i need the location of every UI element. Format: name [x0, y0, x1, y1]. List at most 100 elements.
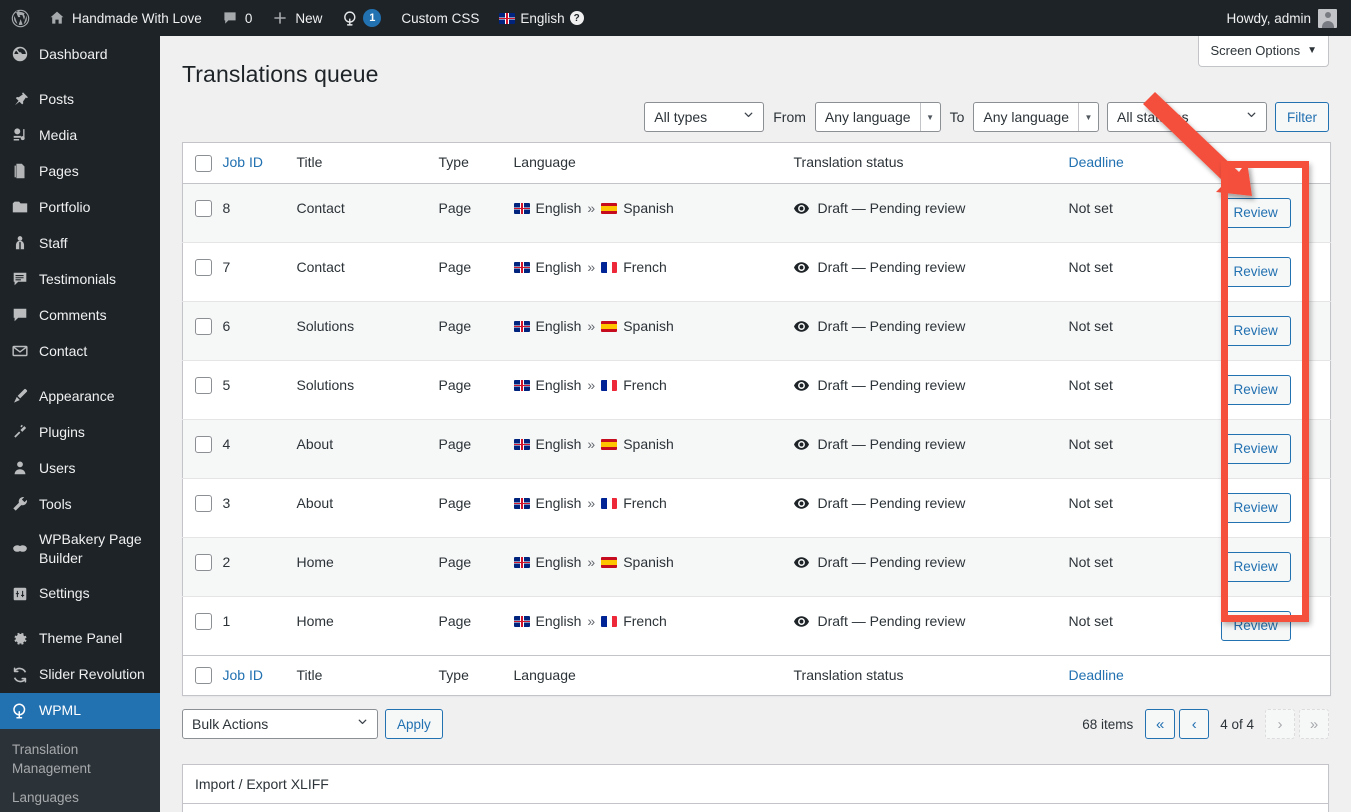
row-checkbox[interactable] — [195, 436, 212, 453]
sidebar-item-posts[interactable]: Posts — [0, 81, 160, 117]
header-actions — [1221, 143, 1331, 184]
footer-deadline[interactable]: Deadline — [1069, 655, 1221, 696]
header-title: Title — [297, 143, 439, 184]
sidebar-item-appearance[interactable]: Appearance — [0, 378, 160, 414]
cell-actions: Review — [1221, 360, 1331, 419]
submenu-item-languages[interactable]: Languages — [0, 784, 160, 812]
cell-language: English»French — [514, 242, 794, 301]
header-type: Type — [439, 143, 514, 184]
status-label: Draft — Pending review — [818, 493, 966, 514]
sidebar-item-users[interactable]: Users — [0, 450, 160, 486]
wpbakery-icon — [10, 539, 30, 559]
prev-page-button[interactable]: ‹ — [1179, 709, 1209, 739]
settings-icon — [10, 584, 30, 604]
sidebar-item-comments[interactable]: Comments — [0, 297, 160, 333]
sidebar-item-testimonials[interactable]: Testimonials — [0, 261, 160, 297]
apply-button[interactable]: Apply — [385, 709, 443, 739]
wpml-menu[interactable]: 1 — [332, 0, 391, 36]
sidebar-item-tools[interactable]: Tools — [0, 486, 160, 522]
eye-icon — [794, 557, 810, 568]
dashboard-icon — [10, 44, 30, 64]
select-all-checkbox[interactable] — [195, 155, 212, 172]
sidebar-item-dashboard[interactable]: Dashboard — [0, 36, 160, 72]
row-checkbox[interactable] — [195, 318, 212, 335]
header-deadline-link[interactable]: Deadline — [1069, 154, 1124, 170]
review-button[interactable]: Review — [1221, 434, 1291, 464]
comments-menu[interactable]: 0 — [212, 0, 263, 36]
footer-job-id-link[interactable]: Job ID — [223, 667, 263, 683]
screen-options-label: Screen Options — [1210, 43, 1300, 58]
review-button[interactable]: Review — [1221, 375, 1291, 405]
user-avatar-icon — [1318, 9, 1337, 28]
cell-deadline: Not set — [1069, 478, 1221, 537]
sidebar-item-label: Testimonials — [39, 270, 160, 289]
review-button[interactable]: Review — [1221, 198, 1291, 228]
sidebar-item-staff[interactable]: Staff — [0, 225, 160, 261]
screen-options-toggle[interactable]: Screen Options ▼ — [1198, 36, 1329, 67]
question-mark-icon[interactable]: ? — [570, 11, 584, 25]
footer-job-id[interactable]: Job ID — [223, 655, 297, 696]
account-menu[interactable]: Howdy, admin — [1216, 0, 1351, 36]
sidebar-item-slider-revolution[interactable]: Slider Revolution — [0, 657, 160, 693]
cell-title: About — [297, 419, 439, 478]
submenu-item-translation-management[interactable]: Translation Management — [0, 736, 160, 784]
language-switcher-menu[interactable]: English ? — [489, 0, 593, 36]
row-checkbox[interactable] — [195, 377, 212, 394]
france-flag-icon — [601, 616, 617, 627]
site-name-menu[interactable]: Handmade With Love — [39, 0, 212, 36]
cell-title: Solutions — [297, 360, 439, 419]
language-separator: » — [587, 316, 595, 337]
header-deadline[interactable]: Deadline — [1069, 143, 1221, 184]
review-button[interactable]: Review — [1221, 316, 1291, 346]
row-checkbox[interactable] — [195, 200, 212, 217]
site-name-label: Handmade With Love — [72, 11, 202, 26]
sidebar-item-portfolio[interactable]: Portfolio — [0, 189, 160, 225]
review-button[interactable]: Review — [1221, 493, 1291, 523]
from-language-select[interactable]: Any language ▼ — [815, 102, 941, 132]
select-all-checkbox-footer[interactable] — [195, 667, 212, 684]
header-job-id[interactable]: Job ID — [223, 143, 297, 184]
row-checkbox[interactable] — [195, 259, 212, 276]
sidebar-item-label: Tools — [39, 495, 160, 514]
sidebar-item-theme-panel[interactable]: Theme Panel — [0, 621, 160, 657]
sidebar-item-media[interactable]: Media — [0, 117, 160, 153]
sidebar-item-label: Contact — [39, 342, 160, 361]
uk-flag-icon — [514, 616, 530, 627]
filter-button[interactable]: Filter — [1275, 102, 1329, 132]
review-button[interactable]: Review — [1221, 552, 1291, 582]
target-language-label: Spanish — [623, 552, 674, 573]
brush-icon — [10, 386, 30, 406]
sidebar-item-contact[interactable]: Contact — [0, 333, 160, 369]
to-language-select[interactable]: Any language ▼ — [973, 102, 1099, 132]
uk-flag-icon — [499, 13, 515, 24]
table-row: 5SolutionsPageEnglish»FrenchDraft — Pend… — [183, 360, 1331, 419]
review-button[interactable]: Review — [1221, 257, 1291, 287]
first-page-button[interactable]: « — [1145, 709, 1175, 739]
sidebar-item-label: Appearance — [39, 387, 160, 406]
sidebar-item-settings[interactable]: Settings — [0, 576, 160, 612]
footer-deadline-link[interactable]: Deadline — [1069, 667, 1124, 683]
row-checkbox[interactable] — [195, 495, 212, 512]
sidebar-item-plugins[interactable]: Plugins — [0, 414, 160, 450]
language-label: English — [520, 11, 564, 26]
wordpress-logo-menu[interactable] — [0, 0, 39, 36]
custom-css-menu[interactable]: Custom CSS — [391, 0, 489, 36]
status-filter-select[interactable]: All statuses — [1107, 102, 1267, 132]
header-job-id-link[interactable]: Job ID — [223, 154, 263, 170]
review-button[interactable]: Review — [1221, 611, 1291, 641]
target-language-label: Spanish — [623, 316, 674, 337]
bulk-actions-select[interactable]: Bulk Actions — [182, 709, 378, 739]
new-content-menu[interactable]: New — [262, 0, 332, 36]
row-checkbox[interactable] — [195, 613, 212, 630]
xliff-panel: Import / Export XLIFF Export all jobs: X… — [182, 764, 1329, 812]
source-language-label: English — [536, 552, 582, 573]
sidebar-item-wpml[interactable]: WPML — [0, 693, 160, 729]
sidebar-item-pages[interactable]: Pages — [0, 153, 160, 189]
sidebar-item-wpbakery-page-builder[interactable]: WPBakery Page Builder — [0, 522, 160, 576]
language-separator: » — [587, 434, 595, 455]
header-status: Translation status — [794, 143, 1069, 184]
eye-icon — [794, 439, 810, 450]
type-filter-select[interactable]: All types — [644, 102, 764, 132]
row-select-cell — [183, 360, 223, 419]
row-checkbox[interactable] — [195, 554, 212, 571]
